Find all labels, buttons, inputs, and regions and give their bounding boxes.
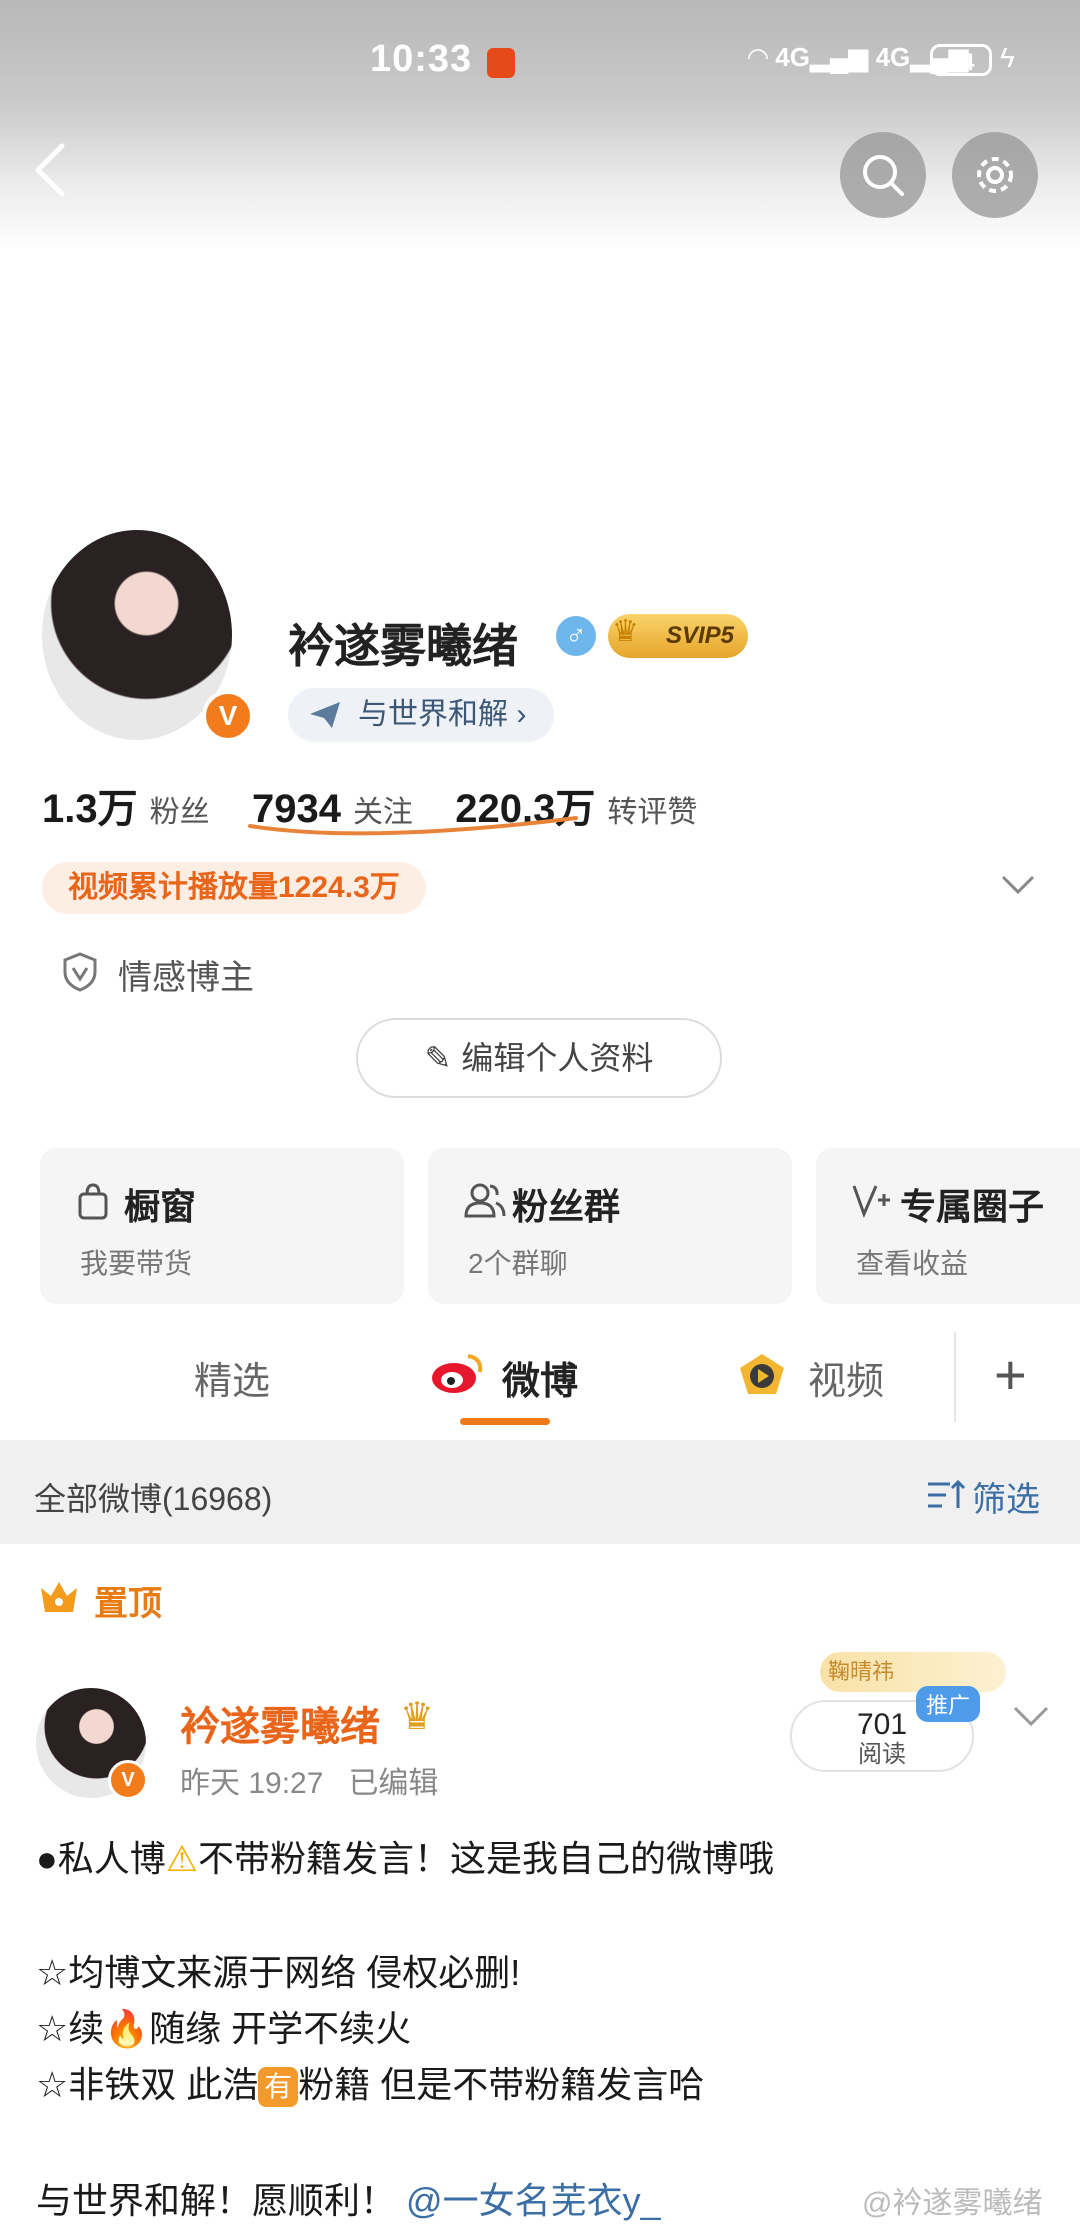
profile-username: 衿遂雾曦绪 <box>288 620 518 672</box>
stat-followers[interactable]: 1.3万 粉丝 <box>42 776 210 834</box>
promo-decoration: 鞠晴祎 <box>820 1652 1006 1692</box>
gear-icon <box>977 157 1013 193</box>
filter-sort-icon <box>928 1479 966 1508</box>
post-edited: 已编辑 <box>348 1767 439 1800</box>
settings-button[interactable] <box>952 132 1038 218</box>
read-label: 阅读 <box>858 1741 906 1768</box>
pencil-icon: ✎ <box>424 1040 452 1076</box>
add-tab-button[interactable]: + <box>994 1342 1027 1407</box>
tab-video[interactable]: 视频 <box>808 1350 884 1405</box>
send-plane-icon <box>310 702 340 728</box>
video-play-icon <box>740 1354 784 1394</box>
card-circle[interactable]: 专属圈子 查看收益 <box>816 1148 1080 1304</box>
card-subtitle: 2个群聊 <box>468 1248 568 1279</box>
card-fan-group[interactable]: 粉丝群 2个群聊 <box>428 1148 792 1304</box>
app-notification-icon <box>487 48 515 78</box>
card-title: 粉丝群 <box>512 1186 621 1227</box>
wifi-icon: ◠ <box>748 42 768 72</box>
warning-icon: ⚠ <box>165 1838 199 1879</box>
filter-button[interactable]: 筛选 <box>972 1472 1040 1521</box>
card-showcase[interactable]: 橱窗 我要带货 <box>40 1148 404 1304</box>
tab-divider <box>954 1332 956 1422</box>
all-posts-count: 全部微博(16968) <box>34 1481 273 1517</box>
watermark: @衿遂雾曦绪 <box>862 2187 1043 2220</box>
network-type-1: 4G <box>775 42 810 72</box>
edit-profile-label: 编辑个人资料 <box>461 1040 654 1076</box>
battery-indicator: 34 <box>930 44 992 76</box>
vip-crown-icon: ♛ <box>400 1696 435 1738</box>
charging-icon: ϟ <box>1000 42 1015 73</box>
users-icon <box>464 1183 506 1218</box>
chevron-down-icon[interactable] <box>1000 874 1036 896</box>
network-type-2: 4G <box>875 42 911 72</box>
male-gender-icon: ♂ <box>556 616 596 656</box>
card-subtitle: 查看收益 <box>856 1248 969 1279</box>
video-plays-badge[interactable]: 视频累计播放量1224.3万 <box>42 862 426 914</box>
card-subtitle: 我要带货 <box>80 1248 193 1279</box>
status-time: 10:33 <box>370 38 473 80</box>
post-verified-badge: V <box>108 1760 148 1800</box>
post-line-4: ☆非铁双 此浩有粉籍 但是不带粉籍发言哈 <box>36 2056 704 2108</box>
mention-link[interactable]: @一女名芜衣y_ <box>406 2180 661 2221</box>
fire-icon: 🔥 <box>104 2008 150 2049</box>
you-badge-icon: 有 <box>258 2067 299 2108</box>
verified-badge: V <box>202 690 254 742</box>
search-button[interactable] <box>840 132 926 218</box>
tab-weibo[interactable]: 微博 <box>502 1350 578 1405</box>
pinned-label: 置顶 <box>94 1585 162 1623</box>
post-meta: 昨天 19:27 已编辑 <box>180 1758 438 1802</box>
profile-tag[interactable]: 情感博主 <box>118 950 254 999</box>
card-title: 橱窗 <box>124 1186 197 1227</box>
shopping-bag-icon <box>78 1183 108 1220</box>
post-options-chevron-icon[interactable] <box>1012 1704 1050 1728</box>
tab-featured[interactable]: 精选 <box>194 1350 270 1405</box>
card-title: 专属圈子 <box>900 1186 1045 1227</box>
post-line-3: ☆续🔥随缘 开学不续火 <box>36 2008 412 2049</box>
post-line-5: 与世界和解！愿顺利！ @一女名芜衣y_ <box>36 2180 661 2221</box>
post-time: 昨天 19:27 <box>180 1767 324 1800</box>
v-plus-icon <box>852 1185 890 1218</box>
post-line-1: ●私人博⚠不带粉籍发言！这是我自己的微博哦 <box>36 1838 775 1879</box>
crown-icon: ♛ <box>612 615 639 648</box>
chevron-left-icon <box>35 143 65 197</box>
back-button[interactable] <box>30 140 80 210</box>
post-line-2: ☆均博文来源于网络 侵权必删! <box>36 1952 521 1993</box>
search-icon <box>863 155 904 196</box>
edit-profile-button[interactable]: ✎ 编辑个人资料 <box>356 1018 722 1098</box>
pinned-crown-icon <box>41 1582 77 1612</box>
post-author[interactable]: 衿遂雾曦绪 <box>180 1694 380 1752</box>
shield-icon <box>63 952 97 992</box>
promote-badge[interactable]: 推广 <box>916 1686 981 1722</box>
weibo-logo-icon <box>432 1354 483 1393</box>
motto-text: 与世界和解 › <box>358 698 527 731</box>
orange-underline-annotation <box>248 816 578 836</box>
active-tab-indicator <box>460 1418 550 1425</box>
header-background <box>0 0 1080 250</box>
